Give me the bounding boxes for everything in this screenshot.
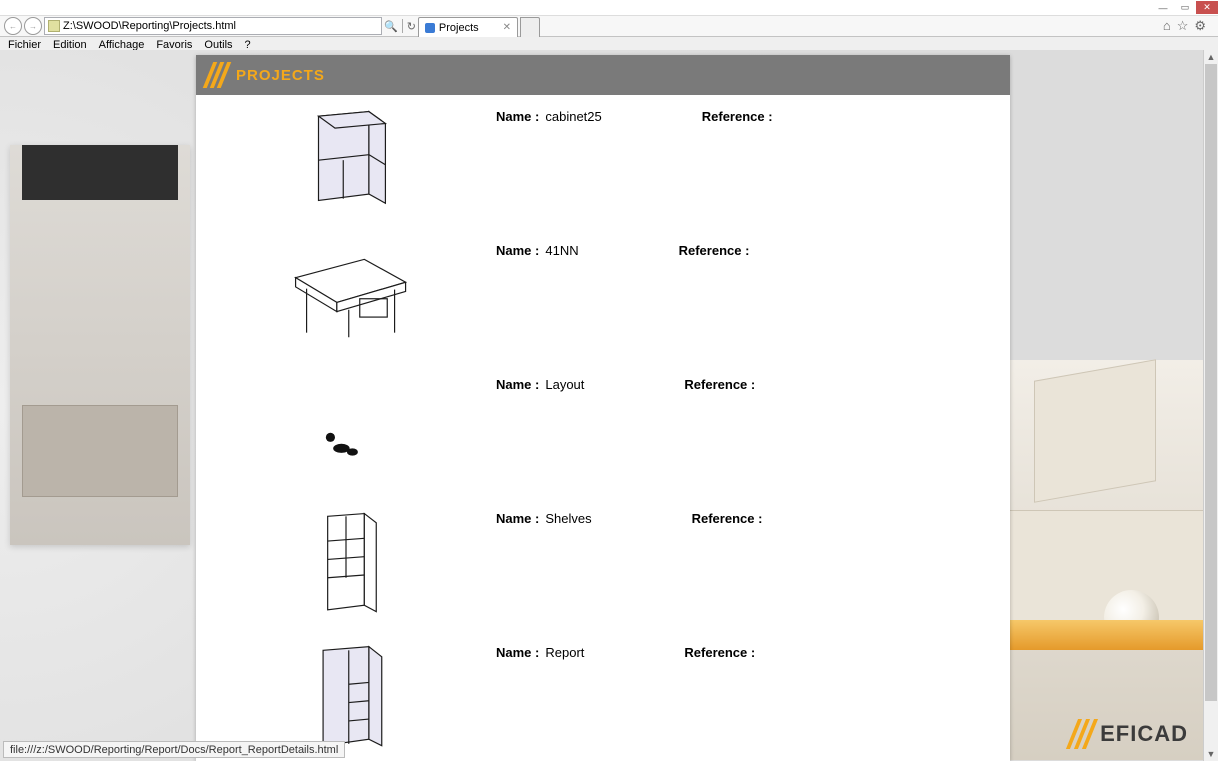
scroll-thumb[interactable] (1205, 64, 1217, 701)
search-icon[interactable]: 🔍 (384, 20, 398, 33)
project-row[interactable]: Name : cabinet25 Reference : (196, 95, 1010, 229)
reference-label: Reference : (702, 109, 773, 217)
maximize-button[interactable]: ▭ (1174, 1, 1196, 14)
titlebar: — ▭ ✕ (0, 0, 1218, 16)
reference-label: Reference : (684, 645, 755, 753)
settings-icon[interactable]: ⚙ (1194, 18, 1206, 34)
reference-label: Reference : (692, 511, 763, 619)
url-text: Z:\SWOOD\Reporting\Projects.html (63, 20, 236, 32)
report-header: PROJECTS (196, 55, 1010, 95)
project-row[interactable]: Name : 41NN Reference : (196, 229, 1010, 363)
favorites-icon[interactable]: ☆ (1177, 18, 1189, 34)
menu-favoris[interactable]: Favoris (154, 39, 194, 51)
name-label: Name : (496, 243, 539, 351)
project-name: cabinet25 (545, 109, 601, 217)
page-viewport: PROJECTS Name : (0, 50, 1218, 761)
menu-outils[interactable]: Outils (202, 39, 234, 51)
brand-logo: EFICAD (1072, 719, 1188, 749)
scroll-up-button[interactable]: ▲ (1204, 50, 1218, 64)
vertical-scrollbar[interactable]: ▲ ▼ (1203, 50, 1218, 761)
project-thumbnail (216, 241, 476, 351)
brand-stripes-icon (1066, 719, 1100, 749)
name-label: Name : (496, 511, 539, 619)
menu-fichier[interactable]: Fichier (6, 39, 43, 51)
project-thumbnail (216, 643, 476, 753)
project-name: Shelves (545, 511, 591, 619)
logo-stripes-icon (203, 62, 234, 88)
project-row[interactable]: Name : Layout Reference : (196, 363, 1010, 497)
new-tab-button[interactable] (520, 17, 540, 37)
reference-label: Reference : (684, 377, 755, 485)
menu-edition[interactable]: Edition (51, 39, 89, 51)
page-icon (48, 20, 60, 32)
home-icon[interactable]: ⌂ (1163, 18, 1171, 34)
name-label: Name : (496, 645, 539, 753)
reference-label: Reference : (679, 243, 750, 351)
status-text: file:///z:/SWOOD/Reporting/Report/Docs/R… (10, 744, 338, 756)
report-panel: PROJECTS Name : (196, 55, 1010, 761)
report-title: PROJECTS (236, 67, 325, 84)
project-thumbnail (216, 107, 476, 217)
project-name: 41NN (545, 243, 578, 351)
project-thumbnail (216, 375, 476, 485)
close-button[interactable]: ✕ (1196, 1, 1218, 14)
project-row[interactable]: Name : Shelves Reference : (196, 497, 1010, 631)
address-bar: ← → Z:\SWOOD\Reporting\Projects.html 🔍 ↻… (0, 16, 1218, 37)
name-label: Name : (496, 109, 539, 217)
forward-button[interactable]: → (24, 17, 42, 35)
minimize-button[interactable]: — (1152, 1, 1174, 14)
tab-close-button[interactable]: ✕ (503, 22, 511, 33)
background-cnc-art (1004, 360, 1204, 760)
refresh-button[interactable]: ↻ (407, 20, 416, 33)
background-kitchen-art (10, 145, 190, 545)
project-list: Name : cabinet25 Reference : (196, 95, 1010, 761)
name-label: Name : (496, 377, 539, 485)
project-name: Layout (545, 377, 584, 485)
project-name: Report (545, 645, 584, 753)
brand-text: EFICAD (1100, 721, 1188, 747)
menu-help[interactable]: ? (243, 39, 253, 51)
url-field[interactable]: Z:\SWOOD\Reporting\Projects.html (44, 17, 382, 35)
back-button[interactable]: ← (4, 17, 22, 35)
tab-title: Projects (439, 22, 479, 34)
status-bar: file:///z:/SWOOD/Reporting/Report/Docs/R… (3, 741, 345, 758)
tab-favicon (425, 23, 435, 33)
separator (402, 19, 403, 33)
scroll-down-button[interactable]: ▼ (1204, 747, 1218, 761)
browser-tab[interactable]: Projects ✕ (418, 17, 518, 37)
project-thumbnail (216, 509, 476, 619)
menu-affichage[interactable]: Affichage (97, 39, 147, 51)
